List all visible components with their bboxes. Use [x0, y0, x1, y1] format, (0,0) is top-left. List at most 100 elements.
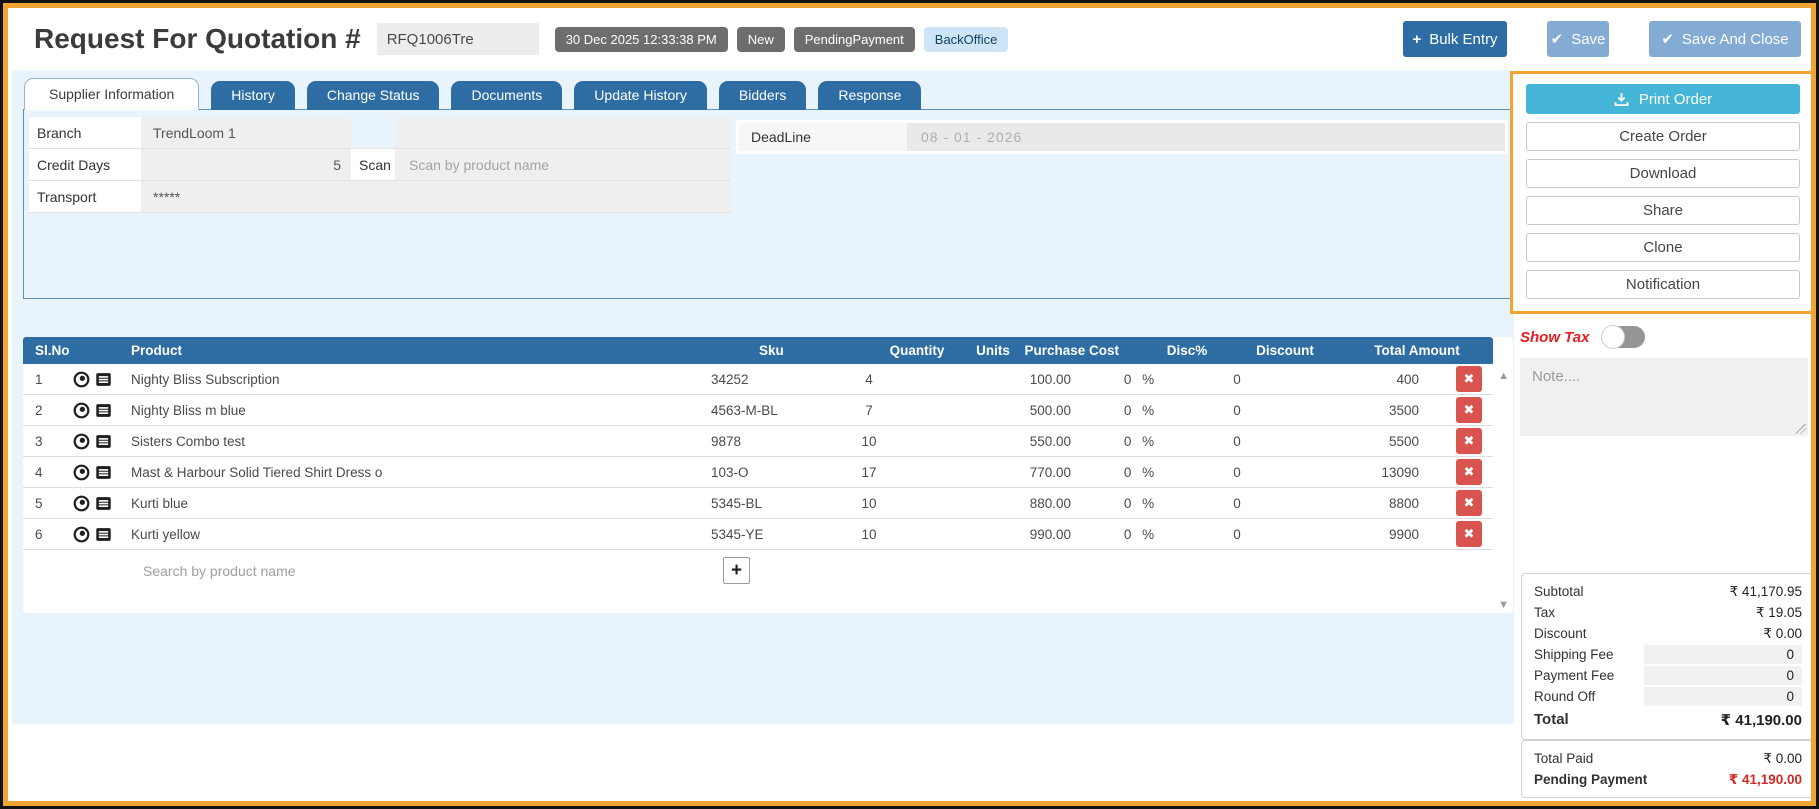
quantity-cell[interactable]: 10	[823, 519, 915, 549]
disc-percent-cell[interactable]: 0 %	[1097, 488, 1181, 518]
row-index: 5	[35, 495, 43, 511]
add-product-button[interactable]: +	[723, 557, 750, 584]
details-icon[interactable]	[95, 495, 112, 512]
disc-percent-cell[interactable]: 0 %	[1097, 364, 1181, 394]
total-amount-cell: 9900	[1388, 526, 1419, 542]
summary-label: Total Paid	[1534, 751, 1594, 766]
discount-cell[interactable]: 0	[1181, 395, 1293, 425]
delete-row-button[interactable]: ✖	[1456, 521, 1482, 547]
quantity-cell[interactable]: 4	[823, 364, 915, 394]
product-name-cell[interactable]: Nighty Bliss Subscription	[127, 364, 711, 394]
tab[interactable]: Documents	[451, 81, 563, 110]
show-tax-label: Show Tax	[1520, 328, 1590, 346]
view-icon[interactable]	[73, 402, 90, 419]
view-icon[interactable]	[73, 433, 90, 450]
disc-percent-cell[interactable]: 0 %	[1097, 426, 1181, 456]
tab[interactable]: Change Status	[306, 81, 440, 110]
summary-fee-input[interactable]: 0	[1644, 666, 1802, 685]
side-action-button[interactable]: Notification	[1526, 270, 1800, 299]
summary-value: ₹ 41,190.00	[1720, 711, 1802, 729]
product-search-input[interactable]	[141, 562, 545, 580]
tab[interactable]: Supplier Information	[24, 78, 200, 110]
summary-label: Payment Fee	[1534, 668, 1615, 683]
quantity-cell[interactable]: 17	[823, 457, 915, 487]
bulk-entry-button[interactable]: + Bulk Entry	[1403, 21, 1507, 57]
delete-row-button[interactable]: ✖	[1456, 366, 1482, 392]
credit-days-label: Credit Days	[29, 149, 141, 181]
resize-grip-icon[interactable]	[1796, 424, 1806, 434]
summary-fee-input[interactable]: 0	[1644, 687, 1802, 706]
discount-cell[interactable]: 0	[1181, 364, 1293, 394]
purchase-cost-cell[interactable]: 880.00	[975, 488, 1097, 518]
view-icon[interactable]	[73, 464, 90, 481]
download-icon	[1614, 92, 1629, 107]
purchase-cost-cell[interactable]: 550.00	[975, 426, 1097, 456]
discount-cell[interactable]: 0	[1181, 488, 1293, 518]
delete-row-button[interactable]: ✖	[1456, 490, 1482, 516]
page-title: Request For Quotation #	[34, 23, 361, 54]
product-name-cell[interactable]: Kurti yellow	[127, 519, 711, 549]
product-name-cell[interactable]: Mast & Harbour Solid Tiered Shirt Dress …	[127, 457, 711, 487]
quantity-cell[interactable]: 10	[823, 426, 915, 456]
total-amount-cell: 5500	[1388, 433, 1419, 449]
total-amount-cell: 13090	[1381, 464, 1419, 480]
summary-row: Discount ₹ 0.00	[1534, 623, 1802, 644]
tab[interactable]: History	[211, 81, 295, 110]
column-header: Units	[976, 343, 1010, 358]
discount-cell[interactable]: 0	[1181, 426, 1293, 456]
purchase-cost-cell[interactable]: 500.00	[975, 395, 1097, 425]
side-action-button[interactable]: Clone	[1526, 233, 1800, 262]
delete-row-button[interactable]: ✖	[1456, 459, 1482, 485]
summary-label: Discount	[1534, 626, 1587, 641]
tab[interactable]: Bidders	[718, 81, 807, 110]
quantity-cell[interactable]: 10	[823, 488, 915, 518]
details-icon[interactable]	[95, 371, 112, 388]
side-action-button[interactable]: Download	[1526, 159, 1800, 188]
note-input[interactable]	[1520, 358, 1808, 436]
rfq-number-input[interactable]	[376, 23, 539, 55]
save-and-close-button[interactable]: ✔ Save And Close	[1649, 21, 1801, 57]
scroll-up-icon[interactable]: ▲	[1498, 370, 1509, 382]
purchase-cost-cell[interactable]: 990.00	[975, 519, 1097, 549]
summary-fee-input[interactable]: 0	[1644, 645, 1802, 664]
delete-row-button[interactable]: ✖	[1456, 428, 1482, 454]
units-cell	[915, 364, 975, 394]
scan-input[interactable]	[395, 149, 731, 180]
view-icon[interactable]	[73, 526, 90, 543]
scroll-down-icon[interactable]: ▼	[1498, 599, 1509, 611]
save-button[interactable]: ✔ Save	[1547, 21, 1609, 57]
row-actions	[69, 457, 127, 487]
side-action-button[interactable]: Create Order	[1526, 122, 1800, 151]
view-icon[interactable]	[73, 371, 90, 388]
units-cell	[915, 457, 975, 487]
purchase-cost-cell[interactable]: 100.00	[975, 364, 1097, 394]
details-icon[interactable]	[95, 526, 112, 543]
details-icon[interactable]	[95, 464, 112, 481]
product-name-cell[interactable]: Nighty Bliss m blue	[127, 395, 711, 425]
product-name-cell[interactable]: Sisters Combo test	[127, 426, 711, 456]
disc-percent-cell[interactable]: 0 %	[1097, 519, 1181, 549]
discount-cell[interactable]: 0	[1181, 457, 1293, 487]
show-tax-toggle[interactable]	[1601, 325, 1646, 349]
order-actions-panel: Print Order Create Order Download Share Clo…	[1510, 71, 1811, 314]
tab[interactable]: Response	[818, 81, 922, 110]
quantity-cell[interactable]: 7	[823, 395, 915, 425]
product-name-cell[interactable]: Kurti blue	[127, 488, 711, 518]
view-icon[interactable]	[73, 495, 90, 512]
purchase-cost-cell[interactable]: 770.00	[975, 457, 1097, 487]
disc-percent-cell[interactable]: 0 %	[1097, 395, 1181, 425]
summary-label: Subtotal	[1534, 584, 1584, 599]
credit-days-field[interactable]: 5	[141, 149, 351, 181]
details-icon[interactable]	[95, 433, 112, 450]
side-action-button[interactable]: Share	[1526, 196, 1800, 225]
print-order-button[interactable]: Print Order	[1526, 84, 1800, 114]
branch-field[interactable]: TrendLoom 1	[141, 117, 351, 149]
row-actions	[69, 426, 127, 456]
discount-cell[interactable]: 0	[1181, 519, 1293, 549]
delete-row-button[interactable]: ✖	[1456, 397, 1482, 423]
details-icon[interactable]	[95, 402, 112, 419]
disc-percent-cell[interactable]: 0 %	[1097, 457, 1181, 487]
deadline-date-field[interactable]: 08 - 01 - 2026	[907, 123, 1505, 151]
transport-field[interactable]: *****	[141, 181, 731, 213]
tab[interactable]: Update History	[574, 81, 707, 110]
